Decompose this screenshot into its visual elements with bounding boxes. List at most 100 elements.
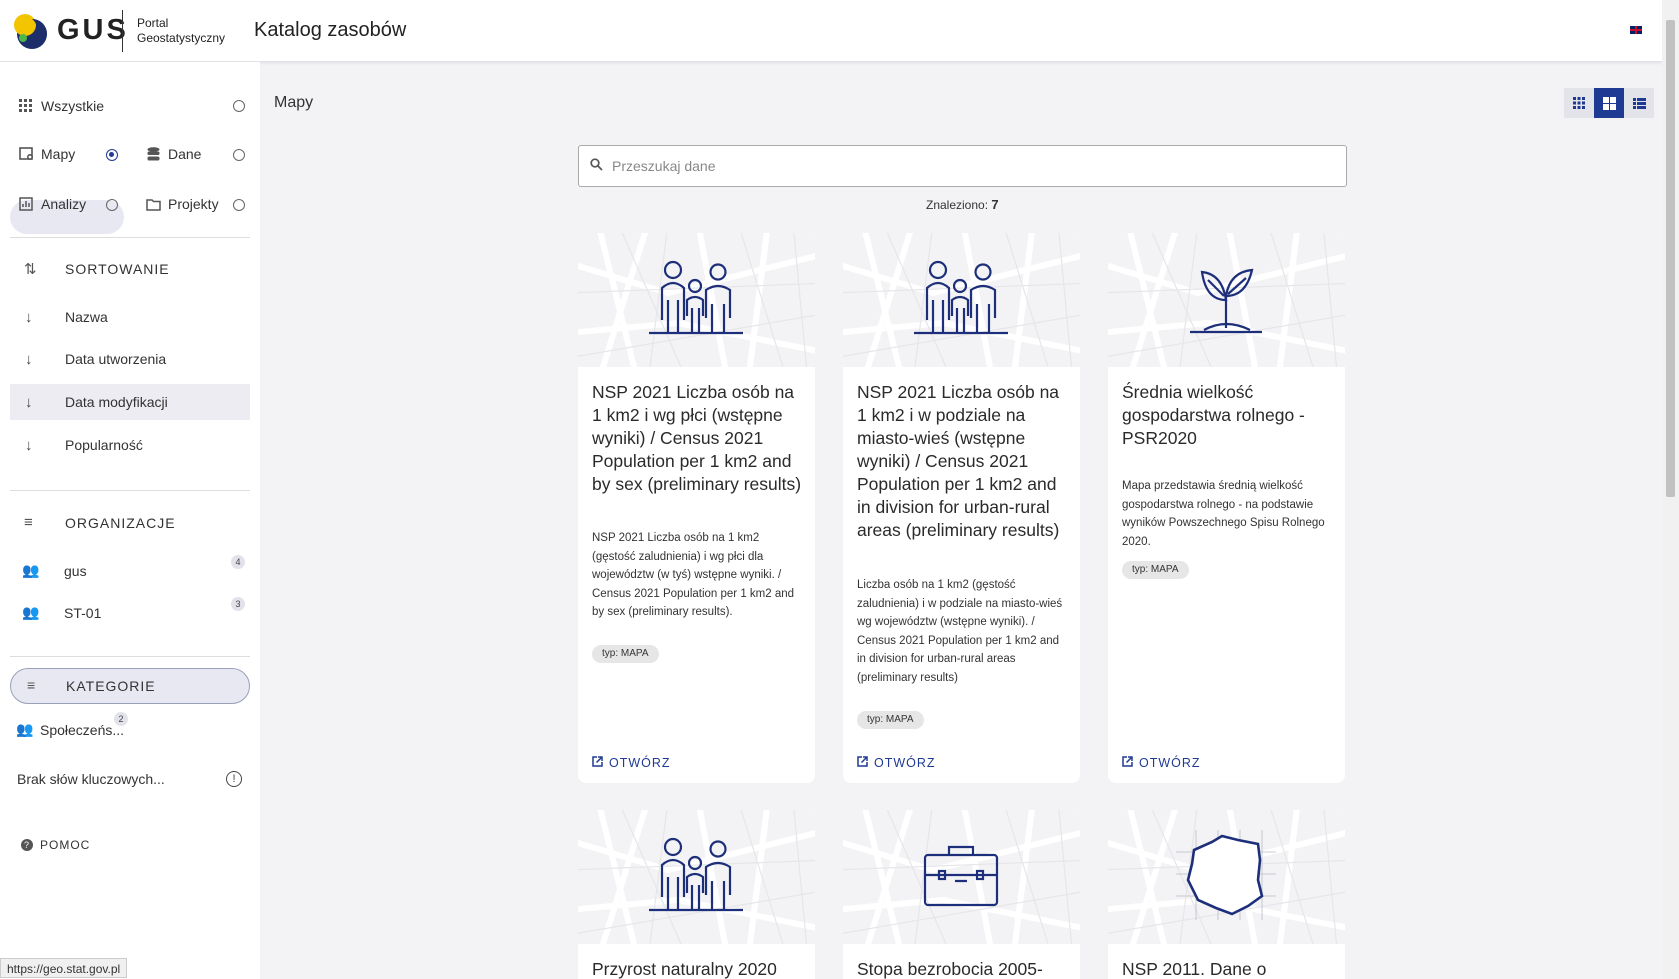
filter-all-radio[interactable] [233,100,245,112]
results-number: 7 [991,197,999,212]
category-item-social[interactable]: 👥 Społeczeńs... [16,721,124,738]
search-icon [590,158,603,174]
sort-label: Popularność [65,437,143,453]
filter-analyses-label: Analizy [41,196,87,212]
divider [10,490,250,491]
org-count-badge: 4 [231,555,245,569]
sidebar: Wszystkie Mapy Dane Analizy Projekty ⇅ S… [0,62,260,979]
sort-label: Nazwa [65,309,108,325]
filter-analyses[interactable]: Analizy [18,196,86,212]
card-title[interactable]: Stopa bezrobocia 2005- [857,958,1069,979]
open-button[interactable]: OTWÓRZ [857,756,936,770]
folder-icon [145,196,161,212]
briefcase-icon [923,845,999,907]
resource-card[interactable]: NSP 2021 Liczba osób na 1 km2 i w podzia… [843,233,1080,783]
card-thumbnail [1108,810,1345,944]
open-label: OTWÓRZ [874,756,936,770]
results-label: Znaleziono: [926,198,989,212]
type-tag: typ: MAPA [592,645,659,663]
scrollbar-thumb[interactable] [1666,20,1675,497]
open-button[interactable]: OTWÓRZ [1122,756,1201,770]
bar-chart-icon [18,196,34,212]
logo-text: GUS [57,14,129,46]
arrow-down-icon: ↓ [25,393,33,411]
card-thumbnail [1108,233,1345,367]
filter-maps[interactable]: Mapy [18,146,75,162]
view-mode-switcher [1564,88,1654,118]
filter-projects-radio[interactable] [233,199,245,211]
scrollbar[interactable] [1662,0,1679,979]
resource-card[interactable]: Średnia wielkość gospodarstwa rolnego - … [1108,233,1345,783]
org-item-gus[interactable]: 👥 gus [22,562,87,579]
grid-icon [18,98,34,114]
view-small-grid-button[interactable] [1564,88,1594,118]
group-icon: 👥 [22,562,40,578]
filter-data[interactable]: Dane [145,146,201,162]
resource-card[interactable]: NSP 2021 Liczba osób na 1 km2 i wg płci … [578,233,815,783]
type-tag: typ: MAPA [857,711,924,729]
external-link-icon [857,756,868,770]
view-list-button[interactable] [1624,88,1654,118]
arrow-down-icon: ↓ [25,436,33,454]
sort-icon: ⇅ [24,261,37,278]
external-link-icon [592,756,603,770]
sort-label: Data utworzenia [65,351,167,367]
arrow-down-icon: ↓ [25,350,33,368]
categories-toggle[interactable]: ≡ KATEGORIE [10,668,250,704]
type-tag: typ: MAPA [1122,561,1189,579]
portal-line-1: Portal [137,16,169,30]
english-flag-icon[interactable] [1630,26,1642,34]
card-thumbnail [578,810,815,944]
org-item-st01[interactable]: 👥 ST-01 [22,604,101,621]
filter-projects[interactable]: Projekty [145,196,219,212]
category-label: Społeczeńs... [40,721,125,738]
card-title[interactable]: NSP 2021 Liczba osób na 1 km2 i w podzia… [857,381,1069,542]
filter-lines-icon: ≡ [24,514,33,531]
card-title[interactable]: Średnia wielkość gospodarstwa rolnego - … [1122,381,1334,450]
search-placeholder: Przeszukaj dane [612,158,716,174]
card-title[interactable]: NSP 2011. Dane o [1122,958,1334,979]
filter-analyses-radio[interactable] [106,199,118,211]
search-input[interactable]: Przeszukaj dane [578,145,1347,187]
info-icon[interactable]: ! [226,771,242,787]
sort-by-name[interactable]: ↓ Nazwa [10,299,250,335]
help-link[interactable]: ? POMOC [21,838,90,852]
filter-lines-icon: ≡ [27,677,36,693]
help-label: POMOC [40,838,91,852]
app-title: Katalog zasobów [254,19,407,41]
resource-card[interactable]: NSP 2011. Dane o [1108,810,1345,979]
filter-projects-label: Projekty [168,196,219,212]
family-icon [649,837,743,912]
card-thumbnail [843,810,1080,944]
open-label: OTWÓRZ [609,756,671,770]
filter-maps-radio[interactable] [106,149,118,161]
database-icon [145,146,161,162]
open-label: OTWÓRZ [1139,756,1201,770]
gus-logo[interactable] [11,11,51,51]
family-icon [649,260,743,335]
family-icon [914,260,1008,335]
sort-by-popularity[interactable]: ↓ Popularność [10,427,250,463]
keywords-label: Brak słów kluczowych... [17,771,165,787]
poland-map-icon [1176,830,1276,920]
sort-label: Data modyfikacji [65,394,168,410]
org-label: gus [64,562,87,579]
sort-by-modified[interactable]: ↓ Data modyfikacji [10,384,250,420]
resource-card[interactable]: Stopa bezrobocia 2005- [843,810,1080,979]
open-button[interactable]: OTWÓRZ [592,756,671,770]
sorting-title: SORTOWANIE [65,261,170,277]
arrow-down-icon: ↓ [25,308,33,326]
divider [10,237,250,238]
app-header: GUS Portal Geostatystyczny Katalog zasob… [0,0,1662,62]
sort-by-created[interactable]: ↓ Data utworzenia [10,341,250,377]
filter-all[interactable]: Wszystkie [18,98,104,114]
portal-line-2: Geostatystyczny [137,31,226,45]
filter-data-radio[interactable] [233,149,245,161]
card-description: NSP 2021 Liczba osób na 1 km2 (gęstość z… [592,532,795,618]
card-title[interactable]: NSP 2021 Liczba osób na 1 km2 i wg płci … [592,381,804,496]
group-icon: 👥 [22,604,40,620]
map-icon [18,146,34,162]
view-large-grid-button[interactable] [1594,88,1624,118]
resource-card[interactable]: Przyrost naturalny 2020 [578,810,815,979]
card-title[interactable]: Przyrost naturalny 2020 [592,958,804,979]
